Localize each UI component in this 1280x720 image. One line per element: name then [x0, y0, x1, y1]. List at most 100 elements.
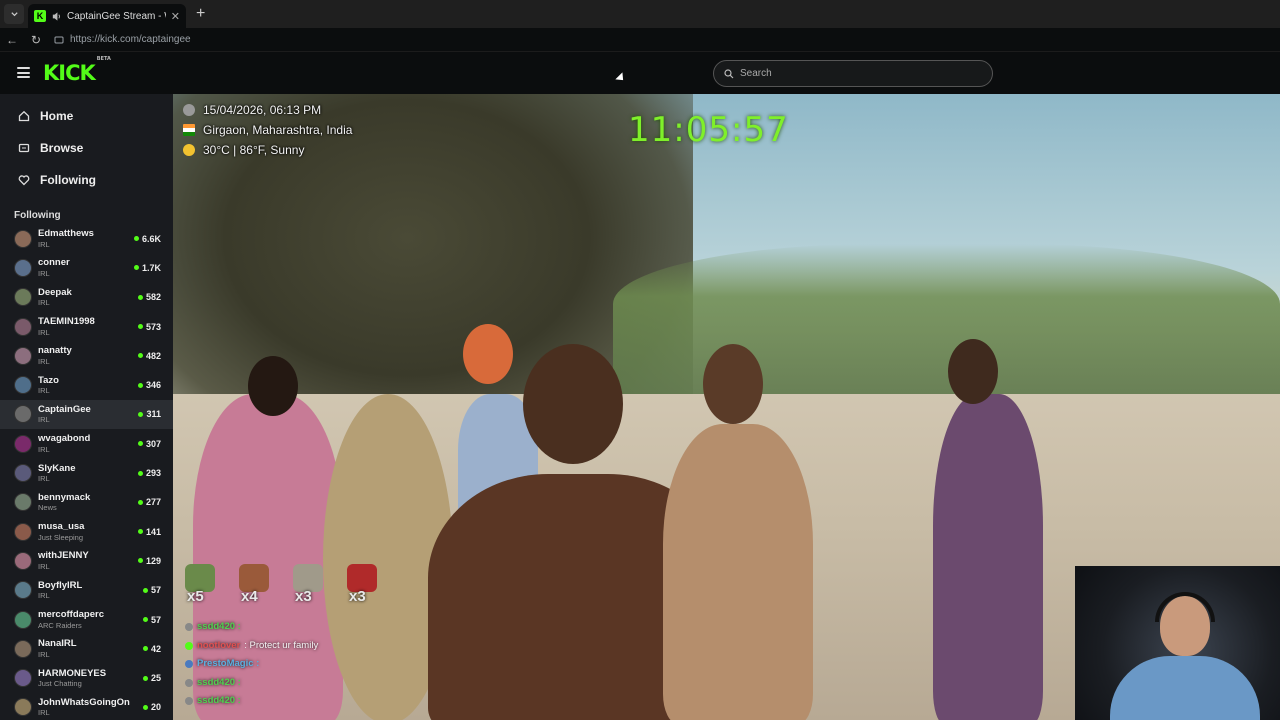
channel-text: BoyflyIRL IRL — [38, 581, 143, 600]
live-dot-icon — [137, 294, 143, 300]
viewer-count-value: 277 — [145, 497, 161, 508]
person-head — [948, 339, 998, 404]
channel-category: News — [38, 503, 57, 513]
nav-item-following[interactable]: Following — [0, 164, 173, 196]
speaker-icon[interactable] — [51, 11, 62, 22]
channel-text: NanaIRL IRL — [38, 639, 143, 658]
channel-item[interactable]: bennymack News 277 — [0, 488, 173, 517]
reload-icon[interactable]: ↻ — [24, 33, 48, 47]
avatar — [14, 610, 32, 629]
back-arrow-icon[interactable]: ← — [0, 33, 24, 47]
channel-item[interactable]: musa_usa Just Sleeping 141 — [0, 517, 173, 546]
gift-count: x5 — [187, 588, 204, 605]
channel-item[interactable]: BoyflyIRL IRL 57 — [0, 576, 173, 605]
viewer-count: 1.7K — [133, 262, 161, 273]
nav-item-home[interactable]: Home — [0, 100, 173, 132]
sidebar: Home Browse Following Following Edmatthe… — [0, 94, 173, 720]
channel-text: Tazo IRL — [38, 376, 138, 395]
avatar — [14, 639, 32, 658]
channel-item[interactable]: TAEMIN1998 IRL 573 — [0, 312, 173, 341]
overlay-clock: 11:05:57 — [628, 110, 789, 150]
channel-item[interactable]: mercoffdaperc ARC Raiders 57 — [0, 605, 173, 634]
nav-item-browse[interactable]: Browse — [0, 132, 173, 164]
channel-item[interactable]: NanaIRL IRL 42 — [0, 634, 173, 663]
channel-name: TAEMIN1998 — [38, 316, 95, 328]
channel-category: IRL — [38, 268, 50, 278]
channel-item[interactable]: JohnWhatsGoingOn IRL 20 — [0, 693, 173, 720]
channel-category: Just Sleeping — [38, 532, 84, 542]
tab-list-button[interactable] — [4, 4, 24, 24]
chat-message: ssdd420 : — [185, 692, 318, 711]
channel-item[interactable]: withJENNY IRL 129 — [0, 546, 173, 575]
chat-badge-icon — [185, 641, 193, 650]
video-player[interactable]: 15/04/2026, 06:13 PM Girgaon, Maharashtr… — [173, 94, 1280, 720]
channel-category: IRL — [38, 708, 50, 718]
avatar — [14, 229, 32, 248]
gift-item: x3 — [347, 564, 381, 605]
gift-item: x4 — [239, 564, 273, 605]
gift-count: x4 — [241, 588, 258, 605]
menu-icon[interactable] — [17, 67, 30, 78]
search-bar[interactable] — [713, 60, 993, 87]
kick-logo[interactable]: KICKBETA — [43, 56, 111, 85]
overlay-weather: 30°C | 86°F, Sunny — [203, 143, 305, 157]
channel-name: nanatty — [38, 345, 72, 357]
channel-category: IRL — [38, 561, 50, 571]
channel-category: IRL — [38, 327, 50, 337]
viewer-count: 482 — [137, 350, 161, 361]
viewer-count: 42 — [142, 644, 161, 654]
tab-close-icon[interactable]: ✕ — [171, 10, 180, 23]
viewer-count: 129 — [137, 555, 161, 566]
browser-tab[interactable]: K CaptainGee Stream - Watch Li ✕ — [28, 4, 186, 28]
chat-username: nootlover — [197, 639, 241, 651]
site-info-icon[interactable] — [54, 35, 64, 45]
channel-item[interactable]: conner IRL 1.7K — [0, 253, 173, 282]
channel-name: CaptainGee — [38, 403, 91, 415]
viewer-count-value: 482 — [145, 350, 161, 361]
channel-text: Edmatthews IRL — [38, 229, 134, 248]
chat-badge-icon — [185, 697, 193, 706]
viewer-count-value: 129 — [145, 555, 161, 566]
channel-item[interactable]: SlyKane IRL 293 — [0, 458, 173, 487]
search-input[interactable] — [740, 68, 960, 79]
live-dot-icon — [142, 587, 148, 593]
channel-text: HARMONEYES Just Chatting — [38, 669, 143, 688]
channel-name: SlyKane — [38, 462, 76, 474]
live-dot-icon — [142, 617, 148, 622]
new-tab-button[interactable]: + — [196, 5, 205, 23]
channel-item[interactable]: wvagabond IRL 307 — [0, 429, 173, 458]
chat-message: nootlover: Protect ur family — [185, 637, 318, 656]
channel-item[interactable]: Edmatthews IRL 6.6K — [0, 224, 173, 253]
viewer-count-value: 1.7K — [141, 262, 161, 273]
channel-category: IRL — [38, 444, 50, 454]
address-bar[interactable]: https://kick.com/captaingee — [54, 30, 1280, 50]
viewer-count: 346 — [137, 380, 161, 390]
channel-text: SlyKane IRL — [38, 464, 138, 483]
channel-name: Deepak — [38, 286, 72, 298]
chat-message: ssdd420 : — [185, 618, 318, 637]
channel-category: IRL — [38, 474, 50, 484]
channel-item[interactable]: nanatty IRL 482 — [0, 341, 173, 370]
viewer-count-value: 57 — [150, 614, 161, 625]
live-dot-icon — [137, 324, 143, 330]
live-dot-icon — [138, 411, 144, 417]
avatar — [14, 376, 32, 395]
channel-item[interactable]: HARMONEYES Just Chatting 25 — [0, 663, 173, 692]
gift-item: x5 — [185, 564, 219, 605]
sun-icon — [183, 144, 195, 156]
channel-name: HARMONEYES — [38, 667, 107, 679]
tab-title: CaptainGee Stream - Watch Li — [67, 10, 166, 22]
channel-text: wvagabond IRL — [38, 434, 138, 453]
gift-count: x3 — [349, 588, 366, 605]
browse-icon — [18, 142, 30, 154]
channel-item[interactable]: CaptainGee IRL 311 — [0, 399, 173, 430]
viewer-count-value: 307 — [145, 438, 161, 449]
channel-item[interactable]: Tazo IRL 346 — [0, 370, 173, 399]
avatar — [14, 669, 32, 688]
channel-name: BoyflyIRL — [38, 579, 83, 591]
channel-item[interactable]: Deepak IRL 582 — [0, 283, 173, 312]
india-flag-icon — [183, 124, 195, 136]
channel-text: TAEMIN1998 IRL — [38, 317, 138, 336]
chat-username: PrestoMagic : — [197, 658, 260, 669]
viewer-count: 57 — [142, 585, 161, 595]
